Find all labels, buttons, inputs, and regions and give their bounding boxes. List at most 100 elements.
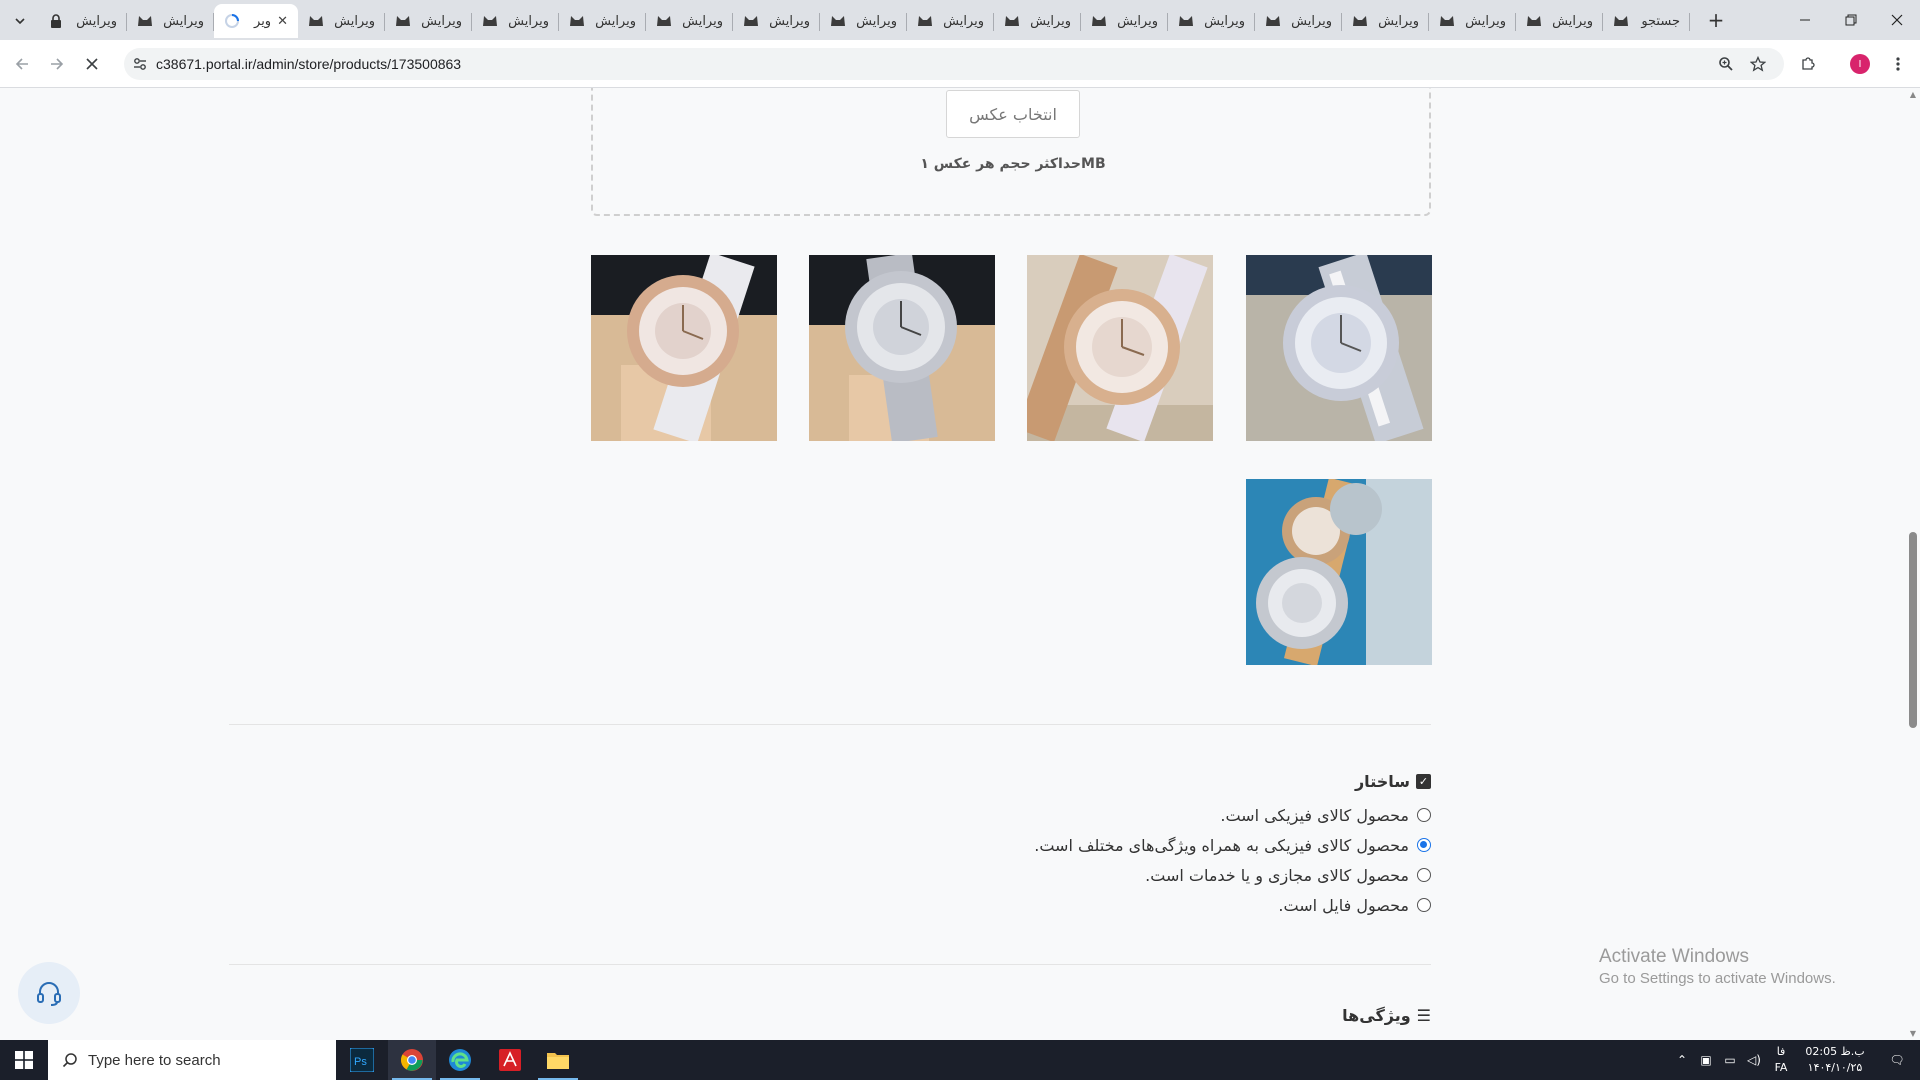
- scroll-up-icon[interactable]: ▲: [1908, 90, 1918, 99]
- support-chat-button[interactable]: [18, 962, 80, 1024]
- minimize-button[interactable]: [1782, 0, 1828, 40]
- page-content: انتخاب عکس حداکثر حجم هر عکس ۱MB ✓ ساختا…: [0, 88, 1906, 1040]
- browser-tab[interactable]: ویرایش: [1342, 4, 1429, 38]
- taskbar-clock[interactable]: 02:05 ب.ظ ۱۴۰۴/۱۰/۲۵: [1796, 1044, 1874, 1076]
- browser-tab[interactable]: ویرایش: [1081, 4, 1168, 38]
- browser-tab[interactable]: ویرایش: [1429, 4, 1516, 38]
- browser-tab[interactable]: ویر ✕: [214, 4, 298, 38]
- browser-tab[interactable]: ویرایش: [127, 4, 214, 38]
- profile-avatar[interactable]: I: [1850, 54, 1870, 74]
- scrollbar-thumb[interactable]: [1909, 532, 1917, 728]
- browser-menu-button[interactable]: [1886, 52, 1910, 76]
- radio-button[interactable]: [1417, 898, 1431, 912]
- section-divider: [229, 724, 1431, 725]
- tab-title: ویرایش: [595, 13, 636, 29]
- stop-loading-button[interactable]: [80, 52, 104, 76]
- notification-icon[interactable]: 🗨: [1874, 1053, 1920, 1067]
- checkbox-checked-icon: ✓: [1416, 773, 1431, 789]
- browser-tab[interactable]: ویرایش: [820, 4, 907, 38]
- taskbar-search-placeholder[interactable]: Type here to search: [88, 1052, 221, 1069]
- cat-icon: [308, 14, 324, 28]
- scroll-down-icon[interactable]: ▼: [1908, 1029, 1918, 1038]
- taskbar-acrobat[interactable]: [486, 1040, 534, 1080]
- browser-tab[interactable]: ویرایش: [40, 4, 127, 38]
- tab-search-button[interactable]: [8, 9, 32, 33]
- cat-icon: [1613, 14, 1629, 28]
- start-button[interactable]: [0, 1040, 48, 1080]
- tab-strip: ویرایش ویرایش ویر ✕ ویرایش ویرایش ویرایش ویرایش…: [0, 0, 1920, 40]
- bookmark-button[interactable]: [1746, 52, 1770, 76]
- meet-now-icon[interactable]: ▣: [1694, 1053, 1718, 1067]
- radio-button[interactable]: [1417, 868, 1431, 882]
- tab-title: ویر: [254, 13, 272, 29]
- address-bar[interactable]: c38671.portal.ir/admin/store/products/17…: [124, 48, 1784, 80]
- browser-tab[interactable]: ویرایش: [646, 4, 733, 38]
- browser-tab[interactable]: ویرایش: [472, 4, 559, 38]
- cat-icon: [1526, 14, 1542, 28]
- browser-tab[interactable]: ویرایش: [907, 4, 994, 38]
- close-window-button[interactable]: [1874, 0, 1920, 40]
- browser-tab[interactable]: جستجو: [1603, 4, 1690, 38]
- product-image[interactable]: [1246, 255, 1432, 441]
- volume-icon[interactable]: ◁): [1742, 1053, 1766, 1067]
- window-controls: [1782, 0, 1920, 40]
- browser-tab[interactable]: ویرایش: [1255, 4, 1342, 38]
- arrow-left-icon: [15, 58, 28, 70]
- photoshop-icon: Ps: [350, 1048, 374, 1072]
- back-button[interactable]: [10, 52, 34, 76]
- zoom-button[interactable]: [1714, 52, 1738, 76]
- taskbar-search[interactable]: Type here to search: [48, 1040, 336, 1080]
- forward-button[interactable]: [45, 52, 69, 76]
- browser-tab[interactable]: ویرایش: [1168, 4, 1255, 38]
- restore-button[interactable]: [1828, 0, 1874, 40]
- taskbar-chrome[interactable]: [388, 1040, 436, 1080]
- url-text[interactable]: c38671.portal.ir/admin/store/products/17…: [156, 56, 461, 72]
- product-image[interactable]: [1027, 255, 1213, 441]
- close-tab-icon[interactable]: ✕: [277, 14, 288, 29]
- product-image[interactable]: [591, 255, 777, 441]
- structure-option-label[interactable]: محصول فایل است.: [1278, 896, 1409, 915]
- product-image[interactable]: [809, 255, 995, 441]
- browser-tab[interactable]: ویرایش: [994, 4, 1081, 38]
- radio-button-selected[interactable]: [1417, 838, 1431, 852]
- chevron-down-icon: [15, 18, 25, 25]
- tab-title: ویرایش: [1552, 13, 1593, 29]
- structure-option-label[interactable]: محصول کالای فیزیکی به همراه ویژگی‌های مخ…: [1034, 836, 1409, 855]
- extensions-button[interactable]: [1796, 52, 1820, 76]
- network-icon[interactable]: ▭: [1718, 1053, 1742, 1067]
- more-vertical-icon: [1896, 57, 1900, 71]
- structure-option[interactable]: محصول فایل است.: [900, 890, 1431, 920]
- image-upload-dropzone[interactable]: انتخاب عکس حداکثر حجم هر عکس ۱MB: [591, 88, 1431, 216]
- taskbar-photoshop[interactable]: Ps: [338, 1040, 386, 1080]
- tab-list: ویرایش ویرایش ویر ✕ ویرایش ویرایش ویرایش ویرایش…: [40, 4, 1690, 40]
- browser-tab[interactable]: ویرایش: [559, 4, 646, 38]
- cat-icon: [1004, 14, 1020, 28]
- new-tab-button[interactable]: +: [1704, 8, 1728, 32]
- taskbar-file-explorer[interactable]: [534, 1040, 582, 1080]
- browser-tab[interactable]: ویرایش: [733, 4, 820, 38]
- browser-tab[interactable]: ویرایش: [298, 4, 385, 38]
- radio-button[interactable]: [1417, 808, 1431, 822]
- tab-title: ویرایش: [163, 13, 204, 29]
- structure-option-label[interactable]: محصول کالای فیزیکی است.: [1220, 806, 1409, 825]
- browser-tab[interactable]: ویرایش: [1516, 4, 1603, 38]
- input-language[interactable]: فا FA: [1766, 1044, 1796, 1076]
- chevron-up-icon[interactable]: ⌃: [1670, 1053, 1694, 1067]
- cat-icon: [482, 14, 498, 28]
- structure-option[interactable]: محصول کالای مجازی و یا خدمات است.: [900, 860, 1431, 890]
- section-divider: [229, 964, 1431, 965]
- site-settings-icon[interactable]: [132, 56, 148, 72]
- structure-option[interactable]: محصول کالای فیزیکی است.: [900, 800, 1431, 830]
- select-photo-button[interactable]: انتخاب عکس: [946, 90, 1080, 138]
- clock-time: 02:05 ب.ظ: [1805, 1045, 1865, 1058]
- taskbar-edge[interactable]: [436, 1040, 484, 1080]
- structure-option-label[interactable]: محصول کالای مجازی و یا خدمات است.: [1145, 866, 1409, 885]
- edge-icon: [449, 1049, 471, 1071]
- product-image[interactable]: [1246, 479, 1432, 665]
- structure-option[interactable]: محصول کالای فیزیکی به همراه ویژگی‌های مخ…: [900, 830, 1431, 860]
- folder-icon: [547, 1053, 569, 1069]
- cat-icon: [137, 14, 153, 28]
- tab-title: ویرایش: [682, 13, 723, 29]
- page-scrollbar[interactable]: ▲ ▼: [1906, 88, 1920, 1040]
- browser-tab[interactable]: ویرایش: [385, 4, 472, 38]
